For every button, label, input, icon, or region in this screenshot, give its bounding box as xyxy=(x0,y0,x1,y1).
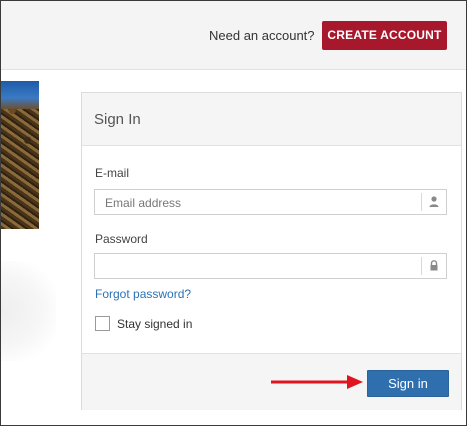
password-field[interactable] xyxy=(94,253,447,279)
browser-frame: Need an account? CREATE ACCOUNT Sign In … xyxy=(0,0,467,426)
sign-in-panel-header: Sign In xyxy=(82,93,461,146)
email-field[interactable]: Email address xyxy=(94,189,447,215)
forgot-password-link[interactable]: Forgot password? xyxy=(95,287,191,301)
email-label: E-mail xyxy=(95,166,130,180)
sign-in-panel: Sign In E-mail Email address Password Fo… xyxy=(81,92,462,410)
hero-image-fade xyxy=(1,261,56,361)
create-account-button[interactable]: CREATE ACCOUNT xyxy=(322,21,447,50)
need-account-text: Need an account? xyxy=(209,28,315,43)
stay-signed-in-label[interactable]: Stay signed in xyxy=(117,317,192,331)
sign-in-title: Sign In xyxy=(94,111,141,128)
red-arrow-icon xyxy=(271,375,363,389)
email-placeholder: Email address xyxy=(105,196,182,210)
stay-signed-in-checkbox[interactable] xyxy=(95,316,110,331)
password-label: Password xyxy=(95,232,148,246)
user-icon xyxy=(421,193,446,211)
lock-icon xyxy=(421,257,446,275)
hero-image-top xyxy=(1,81,39,109)
top-bar: Need an account? CREATE ACCOUNT xyxy=(1,1,466,70)
sign-in-button[interactable]: Sign in xyxy=(367,370,449,397)
